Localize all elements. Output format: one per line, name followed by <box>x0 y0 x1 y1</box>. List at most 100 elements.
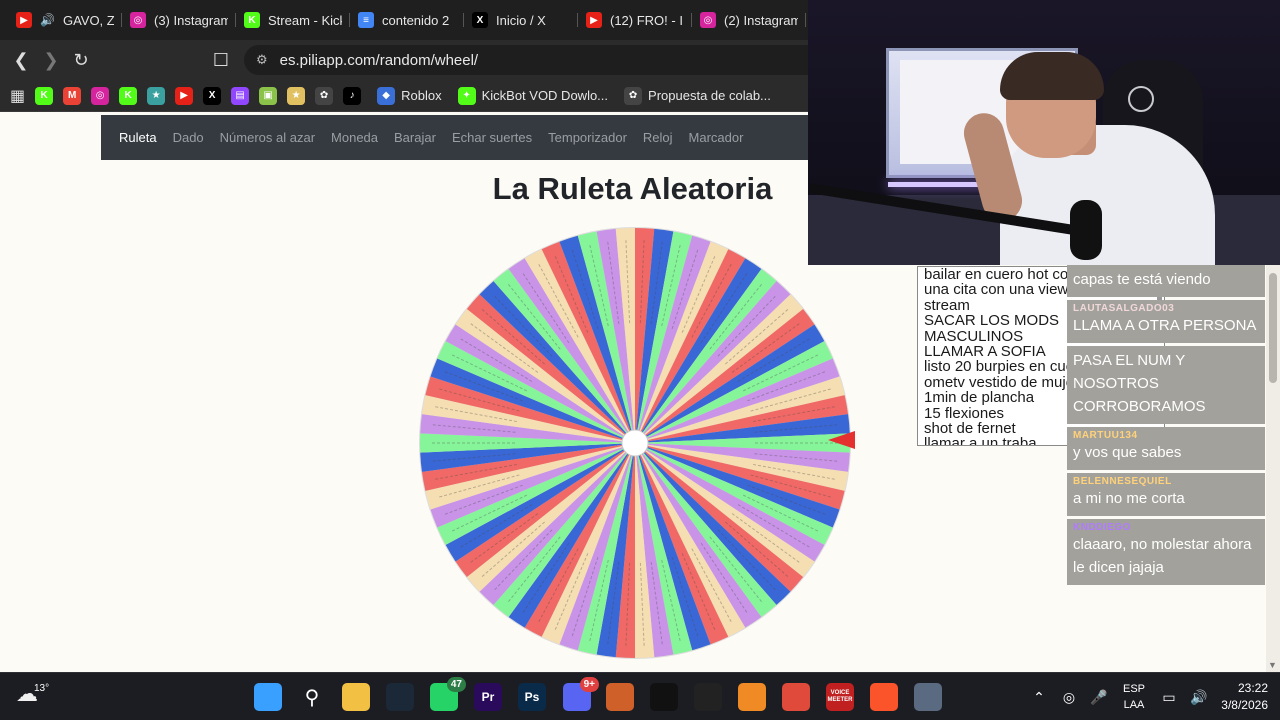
fl-studio-icon[interactable] <box>738 683 766 711</box>
bookmark-item[interactable]: ▤ <box>231 86 250 105</box>
windows-taskbar: ☁ 13° ⚲ 47 Pr Ps 9+ VOICE MEETER ⌃ ◎ 🎤 ESP LA… <box>0 672 1280 720</box>
bookmark-item[interactable]: ▣ <box>259 86 278 105</box>
weather-widget[interactable]: ☁ 13° <box>16 681 49 707</box>
site-nav-link[interactable]: Temporizador <box>548 130 627 145</box>
bookmark-item[interactable]: X <box>203 86 222 105</box>
file-explorer-icon[interactable] <box>342 683 370 711</box>
openai-icon: ✿ <box>624 86 643 105</box>
browser-tab-title: GAVO, Z <box>62 12 114 28</box>
page-scrollbar[interactable]: ▼ <box>1266 265 1280 672</box>
forward-button[interactable]: ❯ <box>36 45 66 75</box>
bookmark-item[interactable]: ★ <box>147 86 166 105</box>
network-icon[interactable]: ◎ <box>1054 689 1084 706</box>
system-tray: ⌃ ◎ 🎤 ESP LAA ▭ 🔊 23:22 3/8/2026 <box>1024 673 1280 720</box>
browser-tab[interactable]: ◎ (2) Instagram <box>692 5 806 35</box>
game-icon[interactable] <box>606 683 634 711</box>
browser-tab-title: Inicio / X <box>496 12 546 28</box>
voicemeeter-icon[interactable]: VOICE MEETER <box>826 683 854 711</box>
audio-playing-icon[interactable]: 🔊 <box>40 13 55 27</box>
whatsapp-icon[interactable]: 47 <box>430 677 466 711</box>
settings-icon[interactable] <box>914 683 942 711</box>
search-icon[interactable]: ⚲ <box>298 683 326 711</box>
bookmark-item[interactable]: K <box>119 86 138 105</box>
chrome-icon[interactable] <box>782 683 810 711</box>
notification-badge: 47 <box>446 677 466 692</box>
bookmark-label: KickBot VOD Dowlo... <box>481 88 609 103</box>
bookmark-page-button[interactable]: ☐ <box>206 45 236 75</box>
browser-tab[interactable]: ≡ contenido 2 <box>350 5 464 35</box>
premiere-icon[interactable]: Pr <box>474 683 502 711</box>
brave-icon[interactable] <box>870 683 898 711</box>
kickbot-icon: ✦ <box>457 86 476 105</box>
webcam-overlay <box>808 0 1280 265</box>
bookmark-item[interactable]: K <box>35 86 54 105</box>
bookmark-item[interactable]: ▶ <box>175 86 194 105</box>
address-bar[interactable]: ⚙ es.piliapp.com/random/wheel/ <box>244 45 808 75</box>
address-bar-url: es.piliapp.com/random/wheel/ <box>279 51 479 69</box>
bookmark-item[interactable]: ✿ Propuesta de colab... <box>624 86 771 105</box>
openai-icon: ✿ <box>315 86 334 105</box>
kick-icon: K <box>119 86 138 105</box>
site-nav-link[interactable]: Marcador <box>689 130 744 145</box>
site-nav-link[interactable]: Dado <box>173 130 204 145</box>
chat-message: capas te está viendo <box>1067 265 1265 297</box>
chevron-up-icon[interactable]: ⌃ <box>1024 689 1054 706</box>
site-nav-link[interactable]: Moneda <box>331 130 378 145</box>
tiktok-icon[interactable] <box>650 683 678 711</box>
obs-icon[interactable] <box>694 683 722 711</box>
discord-icon[interactable]: 9+ <box>563 677 599 711</box>
language-indicator[interactable]: ESP LAA <box>1114 681 1154 713</box>
chair-logo-icon <box>1128 86 1154 112</box>
bookmark-item[interactable]: ✦ KickBot VOD Dowlo... <box>457 86 609 105</box>
site-info-icon[interactable]: ⚙ <box>256 52 268 68</box>
display-icon[interactable]: ▭ <box>1154 689 1184 706</box>
reload-button[interactable]: ↻ <box>66 45 96 75</box>
scroll-down-arrow-icon[interactable]: ▼ <box>1268 660 1277 670</box>
browser-tab-title: (2) Instagram <box>724 12 798 28</box>
roblox-icon: ◆ <box>377 86 396 105</box>
back-button[interactable]: ❮ <box>6 45 36 75</box>
bookmark-label: Roblox <box>401 88 442 103</box>
youtube-icon: ▶ <box>175 86 194 105</box>
bookmark-item[interactable]: ✿ <box>315 86 334 105</box>
bookmark-label: Propuesta de colab... <box>648 88 771 103</box>
instagram-icon: ◎ <box>700 12 716 28</box>
bookmark-item[interactable]: M <box>63 86 82 105</box>
page-scrollbar-thumb[interactable] <box>1269 273 1277 383</box>
browser-tab[interactable]: X Inicio / X <box>464 5 578 35</box>
site-nav-link[interactable]: Echar suertes <box>452 130 532 145</box>
random-wheel[interactable] <box>410 218 860 668</box>
apps-grid-icon[interactable]: ▦ <box>10 86 25 106</box>
chat-text: claaaro, no molestar ahora le dicen jaja… <box>1073 536 1252 576</box>
clock[interactable]: 23:22 3/8/2026 <box>1214 680 1280 714</box>
bookmark-item[interactable]: ◎ <box>91 86 110 105</box>
browser-tab[interactable]: ▶ (12) FRO! - I <box>578 5 692 35</box>
bookmark-item[interactable]: ♪ <box>343 86 362 105</box>
browser-tab[interactable]: ▶ 🔊 GAVO, Z <box>8 5 122 35</box>
browser-tab[interactable]: ◎ (3) Instagram <box>122 5 236 35</box>
microphone-icon[interactable]: 🎤 <box>1084 689 1114 706</box>
site-nav-link[interactable]: Ruleta <box>119 130 157 145</box>
youtube-icon: ▶ <box>16 12 32 28</box>
chat-username: BELENNESEQUIEL <box>1073 476 1172 487</box>
site-nav-link[interactable]: Barajar <box>394 130 436 145</box>
chat-message: BELENNESEQUIEL a mi no me corta <box>1067 473 1265 516</box>
photoshop-icon[interactable]: Ps <box>518 683 546 711</box>
gmail-icon: M <box>63 86 82 105</box>
wheel-hub[interactable] <box>621 429 649 457</box>
windows-start-icon[interactable] <box>254 683 282 711</box>
bookmark-item[interactable]: ◆ Roblox <box>377 86 442 105</box>
steam-icon[interactable] <box>386 683 414 711</box>
chat-username: MARTUU134 <box>1073 430 1138 441</box>
chat-username: LAUTASALGADO03 <box>1073 303 1175 314</box>
tiktok-icon: ♪ <box>343 86 362 105</box>
bookmark-item[interactable]: ★ <box>287 86 306 105</box>
site-nav-link[interactable]: Números al azar <box>220 130 315 145</box>
browser-tab[interactable]: K Stream - Kick <box>236 5 350 35</box>
chat-text: a mi no me corta <box>1073 490 1185 507</box>
volume-icon[interactable]: 🔊 <box>1184 689 1214 706</box>
notification-badge: 9+ <box>579 677 599 692</box>
site-nav-link[interactable]: Reloj <box>643 130 673 145</box>
browser-tab-strip: ▶ 🔊 GAVO, Z ◎ (3) Instagram K Stream - Kick ≡ co… <box>0 0 808 40</box>
chat-overlay: capas te está viendo LAUTASALGADO03 LLAMA … <box>1067 265 1265 588</box>
